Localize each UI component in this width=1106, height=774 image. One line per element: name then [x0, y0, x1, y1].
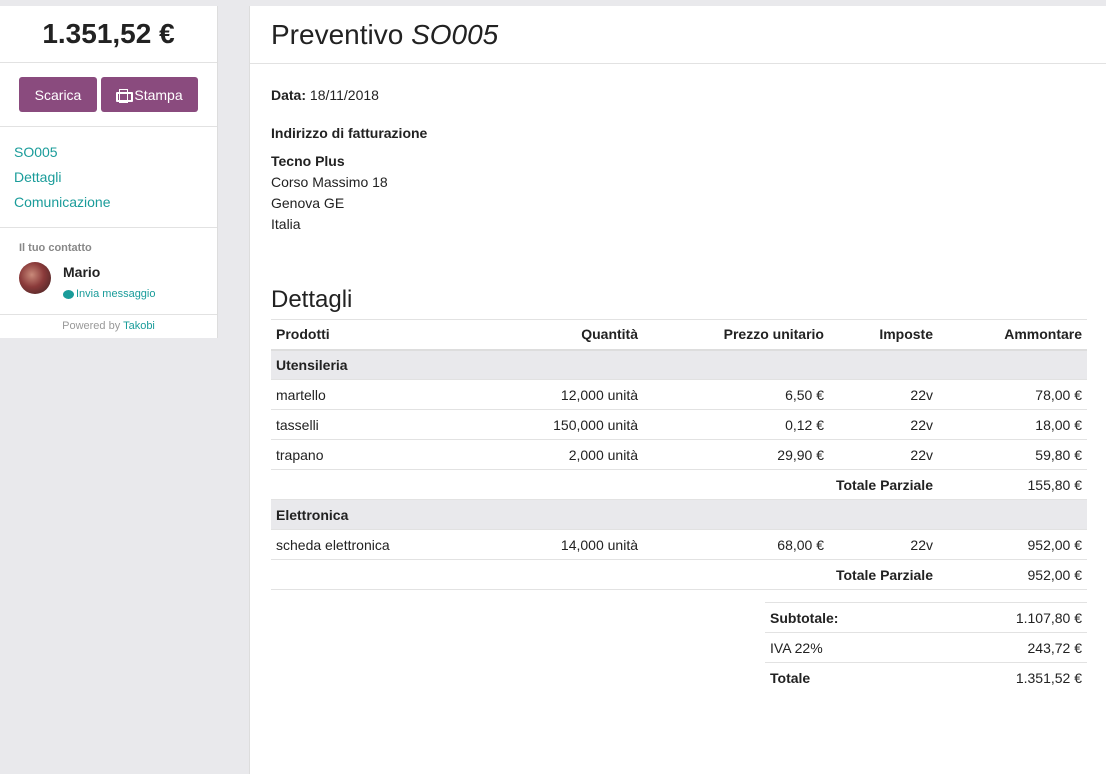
date-line: Data: 18/11/2018	[271, 87, 1085, 103]
qty-cell: 14,000 unità	[471, 529, 643, 560]
table-row: tasselli 150,000 unità 0,12 € 22v 18,00 …	[271, 409, 1087, 440]
subtotal-row: Totale Parziale 952,00 €	[271, 559, 1087, 590]
amount-cell: 952,00 €	[938, 529, 1087, 560]
download-button-label: Scarica	[34, 86, 82, 103]
page-title: Preventivo SO005	[271, 19, 498, 51]
subtotal-label: Totale Parziale	[271, 469, 938, 500]
sidebar-nav: SO005 Dettagli Comunicazione	[0, 127, 217, 228]
nav-link-comunicazione[interactable]: Comunicazione	[14, 190, 203, 215]
date-value: 18/11/2018	[309, 87, 379, 103]
print-icon	[116, 88, 134, 103]
totals-subtotal-label: Subtotale:	[765, 602, 929, 633]
totals-row: Subtotale: 1.107,80 €	[765, 602, 1087, 633]
billing-address-title: Indirizzo di fatturazione	[271, 125, 428, 141]
send-message-label: Invia messaggio	[76, 288, 156, 300]
totals-tax-value: 243,72 €	[928, 632, 1087, 663]
page-header: Preventivo SO005	[250, 6, 1106, 64]
amount-cell: 18,00 €	[938, 409, 1087, 440]
totals-row: Totale 1.351,52 €	[765, 663, 1087, 693]
details-title: Dettagli	[271, 286, 353, 313]
download-button[interactable]: Scarica	[19, 77, 97, 112]
col-amount: Ammontare	[938, 319, 1087, 351]
product-cell: tasselli	[271, 409, 471, 440]
main-panel: Preventivo SO005 Data: 18/11/2018 Indiri…	[249, 6, 1106, 774]
print-button-label: Stampa	[134, 86, 183, 103]
qty-cell: 12,000 unità	[471, 379, 643, 410]
subtotal-row: Totale Parziale 155,80 €	[271, 469, 1087, 500]
totals-subtotal-value: 1.107,80 €	[928, 602, 1087, 633]
address-country: Italia	[271, 216, 301, 232]
product-cell: martello	[271, 379, 471, 410]
tax-cell: 22v	[829, 379, 938, 410]
contact-name: Mario	[63, 264, 101, 280]
subtotal-label: Totale Parziale	[271, 559, 938, 590]
price-cell: 68,00 €	[643, 529, 829, 560]
table-row: scheda elettronica 14,000 unità 68,00 € …	[271, 529, 1087, 560]
send-message-link[interactable]: Invia messaggio	[63, 288, 156, 300]
price-cell: 29,90 €	[643, 439, 829, 470]
col-unit-price: Prezzo unitario	[643, 319, 829, 351]
tax-cell: 22v	[829, 409, 938, 440]
print-button[interactable]: Stampa	[101, 77, 198, 112]
takobi-link[interactable]: Takobi	[123, 320, 155, 332]
action-buttons: Scarica Stampa	[0, 63, 217, 127]
section-row: Utensileria	[271, 349, 1087, 380]
tax-cell: 22v	[829, 529, 938, 560]
price-cell: 0,12 €	[643, 409, 829, 440]
section-name: Elettronica	[271, 499, 1087, 530]
table-header-row: Prodotti Quantità Prezzo unitario Impost…	[271, 319, 1087, 351]
product-cell: scheda elettronica	[271, 529, 471, 560]
subtotal-value: 155,80 €	[938, 469, 1087, 500]
address-city: Genova GE	[271, 195, 345, 211]
powered-by-text: Powered by	[62, 320, 121, 332]
title-prefix: Preventivo	[271, 18, 404, 50]
qty-cell: 150,000 unità	[471, 409, 643, 440]
address-street: Corso Massimo 18	[271, 174, 388, 190]
section-row: Elettronica	[271, 499, 1087, 530]
nav-link-so005[interactable]: SO005	[14, 140, 203, 165]
contact-label: Il tuo contatto	[19, 242, 92, 254]
subtotal-value: 952,00 €	[938, 559, 1087, 590]
customer-name: Tecno Plus	[271, 153, 345, 169]
col-taxes: Imposte	[829, 319, 938, 351]
sidebar: 1.351,52 € Scarica Stampa SO005 Dettagli…	[0, 6, 218, 338]
totals-table: Subtotale: 1.107,80 € IVA 22% 243,72 € T…	[765, 602, 1087, 693]
contact-card: Il tuo contatto Mario Invia messaggio	[0, 228, 217, 315]
chat-icon	[63, 289, 74, 299]
powered-by: Powered by Takobi	[0, 315, 217, 338]
product-cell: trapano	[271, 439, 471, 470]
col-products: Prodotti	[271, 319, 471, 351]
amount-cell: 59,80 €	[938, 439, 1087, 470]
qty-cell: 2,000 unità	[471, 439, 643, 470]
total-amount: 1.351,52 €	[0, 6, 217, 63]
avatar	[19, 262, 51, 294]
table-row: martello 12,000 unità 6,50 € 22v 78,00 €	[271, 379, 1087, 410]
quote-number: SO005	[411, 18, 499, 50]
section-name: Utensileria	[271, 349, 1087, 380]
order-lines-table: Prodotti Quantità Prezzo unitario Impost…	[271, 319, 1087, 590]
totals-row: IVA 22% 243,72 €	[765, 632, 1087, 663]
totals-total-label: Totale	[770, 669, 811, 686]
price-cell: 6,50 €	[643, 379, 829, 410]
nav-link-dettagli[interactable]: Dettagli	[14, 165, 203, 190]
totals-tax-label: IVA 22%	[765, 632, 929, 663]
table-row: trapano 2,000 unità 29,90 € 22v 59,80 €	[271, 439, 1087, 470]
billing-address: Tecno Plus Corso Massimo 18 Genova GE It…	[271, 151, 1085, 235]
date-label: Data:	[271, 87, 307, 103]
totals-total-value: 1.351,52 €	[1015, 669, 1082, 686]
tax-cell: 22v	[829, 439, 938, 470]
amount-cell: 78,00 €	[938, 379, 1087, 410]
col-quantity: Quantità	[471, 319, 643, 351]
